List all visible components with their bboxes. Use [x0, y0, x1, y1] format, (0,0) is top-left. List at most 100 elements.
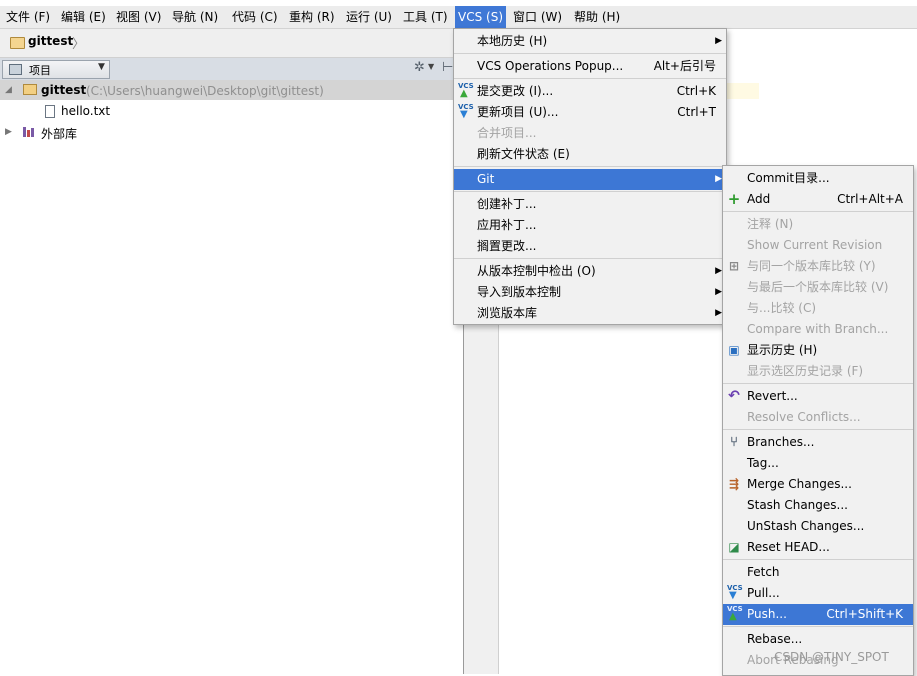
merge-icon: ⇶ — [728, 477, 740, 491]
watermark-text: CSDN @TINY_SPOT — [774, 650, 889, 664]
menu-item-label: Compare with Branch... — [747, 322, 889, 336]
menu-refactor[interactable]: 重构 (R) — [286, 6, 338, 28]
menu-item-label: Add — [747, 192, 771, 206]
git-menu-item-h[interactable]: ▣ 显示历史 (H) — [723, 340, 913, 361]
tree-file-item[interactable]: hello.txt — [61, 104, 110, 118]
vcs-push-icon: VCS ▲ — [727, 605, 743, 622]
vcs-menu-item-item[interactable]: 搁置更改... — [454, 236, 726, 257]
menu-help[interactable]: 帮助 (H) — [571, 6, 623, 28]
project-view-label: 项目 — [29, 64, 51, 77]
triangle-down-icon: ▼ — [98, 62, 105, 72]
menu-bar: 文件 (F) 编辑 (E) 视图 (V) 导航 (N) 代码 (C) 重构 (R) 运行 (… — [0, 6, 917, 29]
git-menu-item-reset-head[interactable]: ◪ Reset HEAD... — [723, 537, 913, 558]
tree-root-name[interactable]: gittest — [41, 83, 86, 97]
git-menu-item-branches[interactable]: ⑂ Branches... — [723, 432, 913, 453]
git-menu-item-rebase[interactable]: Rebase... — [723, 629, 913, 650]
vcs-menu-item-item[interactable]: 导入到版本控制 ▶ — [454, 282, 726, 303]
menu-item-label: 导入到版本控制 — [477, 285, 562, 299]
menu-item-label: Show Current Revision — [747, 238, 883, 252]
hide-panel-icon[interactable]: ⊢ — [442, 60, 453, 75]
reset-icon: ◪ — [728, 540, 740, 554]
chevron-right-icon: 〉 — [72, 37, 86, 52]
menu-item-label: 与最后一个版本库比较 (V) — [747, 280, 889, 294]
submenu-arrow-icon: ▶ — [715, 287, 722, 297]
vcs-menu-item-h[interactable]: 本地历史 (H) ▶ — [454, 31, 726, 52]
menu-view[interactable]: 视图 (V) — [113, 6, 164, 28]
git-menu-item-v: 与最后一个版本库比较 (V) — [723, 277, 913, 298]
compare-icon: ⊞ — [728, 259, 740, 273]
git-menu-item-commit[interactable]: Commit目录... — [723, 168, 913, 189]
vcs-menu-item-item[interactable]: 应用补丁... — [454, 215, 726, 236]
git-menu-item-push[interactable]: VCS ▲ Push... Ctrl+Shift+K — [723, 604, 913, 625]
menu-item-label: 应用补丁... — [477, 218, 537, 232]
git-menu-item-y: ⊞ 与同一个版本库比较 (Y) — [723, 256, 913, 277]
breadcrumb-project[interactable]: gittest — [28, 34, 73, 48]
menu-separator — [454, 53, 726, 54]
menu-separator — [723, 559, 913, 560]
menu-separator — [723, 211, 913, 212]
navigation-bar: gittest 〉 — [0, 29, 463, 58]
git-menu-item-compare-with-branch: Compare with Branch... — [723, 319, 913, 340]
menu-file[interactable]: 文件 (F) — [3, 6, 53, 28]
vcs-menu-item-i[interactable]: VCS ▲ 提交更改 (I)... Ctrl+K — [454, 81, 726, 102]
tree-collapsed-icon[interactable]: ▶ — [5, 127, 12, 137]
git-menu-item-tag[interactable]: Tag... — [723, 453, 913, 474]
tree-expanded-icon[interactable]: ◢ — [5, 85, 12, 95]
vcs-menu-item-o[interactable]: 从版本控制中检出 (O) ▶ — [454, 261, 726, 282]
triangle-down-icon: ▼ — [428, 62, 435, 71]
gear-icon[interactable]: ✲ — [414, 60, 425, 75]
library-icon — [23, 127, 36, 137]
branch-icon: ⑂ — [730, 435, 738, 450]
history-icon: ▣ — [728, 343, 740, 357]
menu-item-label: Git — [477, 172, 495, 186]
menu-item-label: Revert... — [747, 389, 798, 403]
git-menu-item-stash-changes[interactable]: Stash Changes... — [723, 495, 913, 516]
vcs-update-icon: VCS ▼ — [458, 103, 474, 120]
submenu-arrow-icon: ▶ — [715, 174, 722, 184]
menu-item-label: 与...比较 (C) — [747, 301, 817, 315]
menu-vcs[interactable]: VCS (S) — [455, 6, 506, 28]
git-submenu: Commit目录... + Add Ctrl+Alt+A 注释 (N) Show Curr… — [722, 165, 914, 676]
vcs-menu-item-item: 合并项目... — [454, 123, 726, 144]
menu-item-label: Branches... — [747, 435, 815, 449]
menu-code[interactable]: 代码 (C) — [229, 6, 281, 28]
menu-item-label: Commit目录... — [747, 171, 830, 185]
menu-item-label: 显示选区历史记录 (F) — [747, 364, 864, 378]
project-view-selector[interactable]: 项目 ▼ — [2, 60, 110, 79]
menu-item-label: Pull... — [747, 586, 780, 600]
git-menu-item-add[interactable]: + Add Ctrl+Alt+A — [723, 189, 913, 210]
git-menu-item-fetch[interactable]: Fetch — [723, 562, 913, 583]
menu-item-label: Stash Changes... — [747, 498, 848, 512]
menu-item-label: 注释 (N) — [747, 217, 794, 231]
menu-item-label: 从版本控制中检出 (O) — [477, 264, 596, 278]
tree-external-libraries[interactable]: 外部库 — [41, 125, 77, 142]
menu-item-shortcut: Alt+后引号 — [653, 59, 716, 73]
vcs-menu-item-e[interactable]: 刷新文件状态 (E) — [454, 144, 726, 165]
menu-item-label: 浏览版本库 — [477, 306, 538, 320]
menu-item-shortcut: Ctrl+K — [676, 84, 716, 98]
menu-edit[interactable]: 编辑 (E) — [58, 6, 109, 28]
project-toolbar: 项目 ▼ ✲ ▼ ⊢ — [0, 58, 463, 81]
submenu-arrow-icon: ▶ — [715, 308, 722, 318]
menu-tools[interactable]: 工具 (T) — [400, 6, 451, 28]
git-menu-item-resolve-conflicts: Resolve Conflicts... — [723, 407, 913, 428]
menu-item-label: 与同一个版本库比较 (Y) — [747, 259, 876, 273]
menu-item-label: VCS Operations Popup... — [477, 59, 624, 73]
menu-item-label: Push... — [747, 607, 787, 621]
menu-window[interactable]: 窗口 (W) — [510, 6, 565, 28]
revert-icon: ↶ — [728, 388, 740, 404]
menu-item-label: Fetch — [747, 565, 780, 579]
vcs-menu-item-u[interactable]: VCS ▼ 更新项目 (U)... Ctrl+T — [454, 102, 726, 123]
git-menu-item-unstash-changes[interactable]: UnStash Changes... — [723, 516, 913, 537]
git-menu-item-revert[interactable]: ↶ Revert... — [723, 386, 913, 407]
vcs-menu-item-item[interactable]: 浏览版本库 ▶ — [454, 303, 726, 324]
git-menu-item-merge-changes[interactable]: ⇶ Merge Changes... — [723, 474, 913, 495]
vcs-menu-item-vcs-operations-popup[interactable]: VCS Operations Popup... Alt+后引号 — [454, 56, 726, 77]
menu-item-label: Tag... — [747, 456, 779, 470]
folder-icon — [10, 37, 25, 49]
vcs-menu-item-git[interactable]: Git ▶ — [454, 169, 726, 190]
menu-navigate[interactable]: 导航 (N) — [169, 6, 221, 28]
menu-run[interactable]: 运行 (U) — [343, 6, 395, 28]
git-menu-item-pull[interactable]: VCS ▼ Pull... — [723, 583, 913, 604]
vcs-menu-item-item[interactable]: 创建补丁... — [454, 194, 726, 215]
